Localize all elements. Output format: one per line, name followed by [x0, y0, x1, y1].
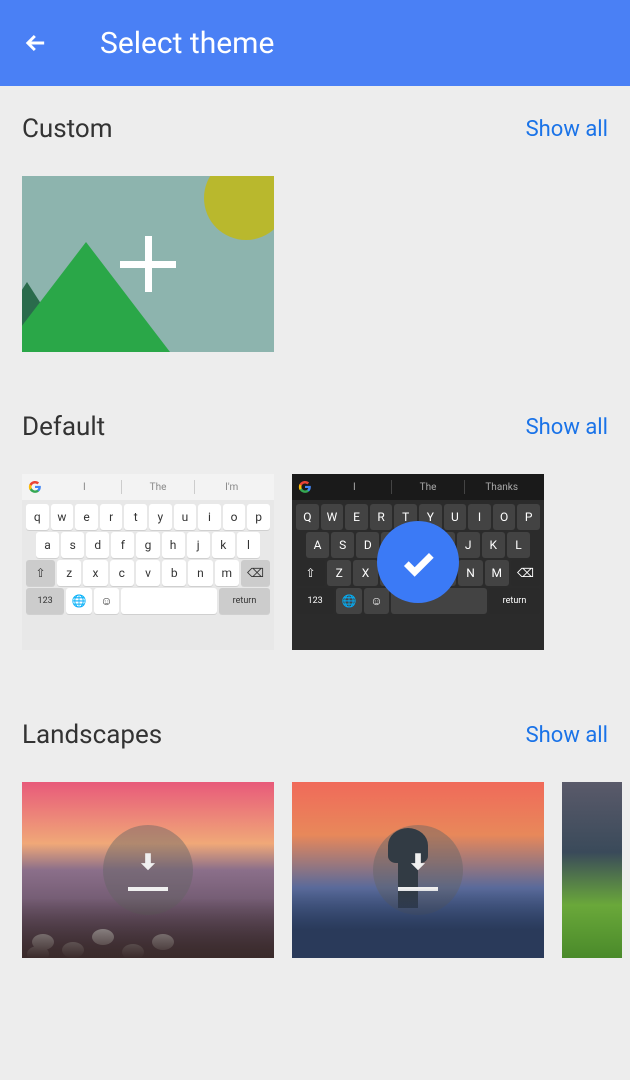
back-arrow-icon[interactable] [20, 27, 52, 59]
theme-row-default: I The I'm qwertyuiop asdfghjkl ⇧zxcvbnm⌫… [22, 474, 608, 650]
globe-icon: 🌐 [66, 588, 92, 614]
download-icon [103, 825, 193, 915]
suggestion: I [318, 482, 391, 493]
suggestion: I'm [195, 482, 268, 493]
sun-graphic [204, 176, 274, 240]
download-icon [373, 825, 463, 915]
theme-dark-keyboard[interactable]: I The Thanks QWERTYUIOP ASDFGHJKL ⇧ZXCVB… [292, 474, 544, 650]
suggestion-bar: I The Thanks [292, 474, 544, 500]
section-landscapes: Landscapes Show all [0, 650, 630, 958]
selected-check-icon [377, 521, 459, 603]
emoji-icon: ☺ [364, 588, 390, 614]
landscape-theme-2[interactable] [292, 782, 544, 958]
google-logo-icon [298, 480, 312, 494]
google-logo-icon [28, 480, 42, 494]
section-custom: Custom Show all [0, 86, 630, 352]
add-custom-theme-button[interactable] [22, 176, 274, 352]
show-all-custom[interactable]: Show all [526, 117, 608, 142]
section-header-default: Default Show all [22, 412, 608, 442]
backspace-key-icon: ⌫ [241, 560, 270, 586]
suggestion: The [392, 482, 465, 493]
app-header: Select theme [0, 0, 630, 86]
section-title-default: Default [22, 412, 105, 442]
globe-icon: 🌐 [336, 588, 362, 614]
suggestion: Thanks [465, 482, 538, 493]
landscape-theme-3[interactable] [562, 782, 622, 958]
keyboard-rows: qwertyuiop asdfghjkl ⇧zxcvbnm⌫ 123🌐☺retu… [22, 500, 274, 620]
show-all-landscapes[interactable]: Show all [526, 723, 608, 748]
shift-key-icon: ⇧ [296, 560, 325, 586]
theme-light-keyboard[interactable]: I The I'm qwertyuiop asdfghjkl ⇧zxcvbnm⌫… [22, 474, 274, 650]
section-title-custom: Custom [22, 114, 113, 144]
suggestion: The [122, 482, 195, 493]
backspace-key-icon: ⌫ [511, 560, 540, 586]
emoji-icon: ☺ [94, 588, 120, 614]
suggestion-bar: I The I'm [22, 474, 274, 500]
theme-row-custom [22, 176, 608, 352]
show-all-default[interactable]: Show all [526, 415, 608, 440]
section-header-landscapes: Landscapes Show all [22, 720, 608, 750]
theme-row-landscapes [22, 782, 608, 958]
shift-key-icon: ⇧ [26, 560, 55, 586]
landscape-theme-1[interactable] [22, 782, 274, 958]
rocks-graphic [32, 934, 54, 950]
page-title: Select theme [100, 26, 274, 61]
section-header-custom: Custom Show all [22, 114, 608, 144]
section-title-landscapes: Landscapes [22, 720, 162, 750]
suggestion: I [48, 482, 121, 493]
section-default: Default Show all I The I'm qwertyuiop as… [0, 352, 630, 650]
